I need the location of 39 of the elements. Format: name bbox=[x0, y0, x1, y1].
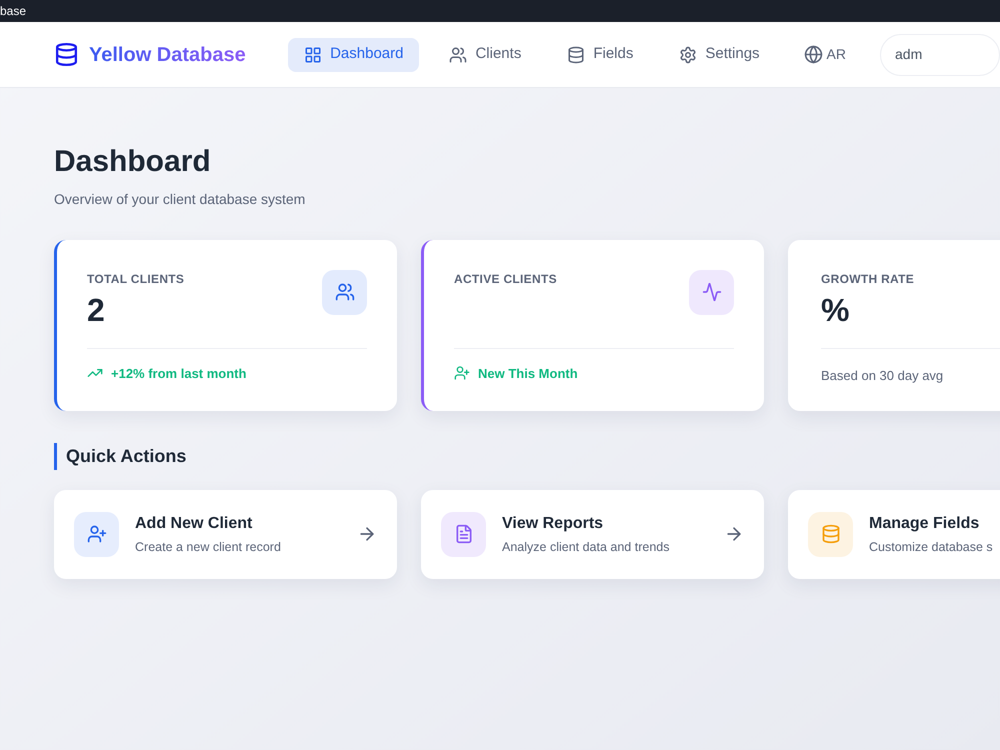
user-plus-icon bbox=[454, 365, 470, 382]
action-title: View Reports bbox=[502, 514, 604, 534]
document-icon bbox=[454, 524, 474, 544]
stat-label: ACTIVE CLIENTS bbox=[454, 270, 557, 288]
quick-action-card[interactable]: Add New Client Create a new client record bbox=[54, 490, 397, 578]
action-description: Create a new client record bbox=[135, 538, 282, 556]
quick-action-card[interactable]: View Reports Analyze client data and trends bbox=[421, 490, 764, 578]
user-plus-icon bbox=[86, 524, 106, 544]
action-title: Add New Client bbox=[135, 514, 254, 534]
action-description: Analyze client data and trends bbox=[502, 538, 670, 556]
users-icon bbox=[449, 46, 468, 64]
section-title: Quick Actions bbox=[54, 442, 186, 470]
globe-icon bbox=[804, 45, 823, 64]
grid-icon bbox=[304, 46, 322, 64]
stat-footer: +12% from last month bbox=[111, 364, 246, 383]
language-button[interactable]: AR bbox=[804, 44, 846, 65]
stat-footer: Based on 30 day avg bbox=[821, 368, 944, 382]
database-icon bbox=[820, 524, 840, 544]
nav-tab[interactable]: Fields bbox=[551, 38, 650, 72]
nav-tab[interactable]: Dashboard bbox=[288, 38, 420, 72]
nav-tab[interactable]: Clients bbox=[433, 38, 538, 72]
users-icon bbox=[334, 282, 354, 302]
action-title: Manage Fields bbox=[869, 514, 980, 534]
browser-title: base bbox=[0, 5, 26, 17]
page-subtitle: Overview of your client database system bbox=[54, 190, 306, 209]
stat-value: % bbox=[821, 290, 850, 330]
nav-tab[interactable]: Settings bbox=[663, 38, 776, 72]
user-menu-button[interactable]: adm bbox=[880, 34, 1000, 76]
stat-value: 2 bbox=[87, 290, 106, 330]
action-description: Customize database s bbox=[869, 538, 994, 556]
settings-icon bbox=[679, 46, 698, 64]
page-title: Dashboard bbox=[54, 144, 212, 180]
pulse-icon bbox=[702, 282, 722, 302]
quick-action-card[interactable]: Manage Fields Customize database s bbox=[788, 490, 1000, 578]
database-logo-icon bbox=[54, 42, 79, 67]
stat-footer: New This Month bbox=[478, 364, 578, 383]
stat-label: TOTAL CLIENTS bbox=[87, 270, 184, 288]
stat-label: GROWTH RATE bbox=[821, 270, 914, 288]
database-icon bbox=[567, 46, 586, 64]
